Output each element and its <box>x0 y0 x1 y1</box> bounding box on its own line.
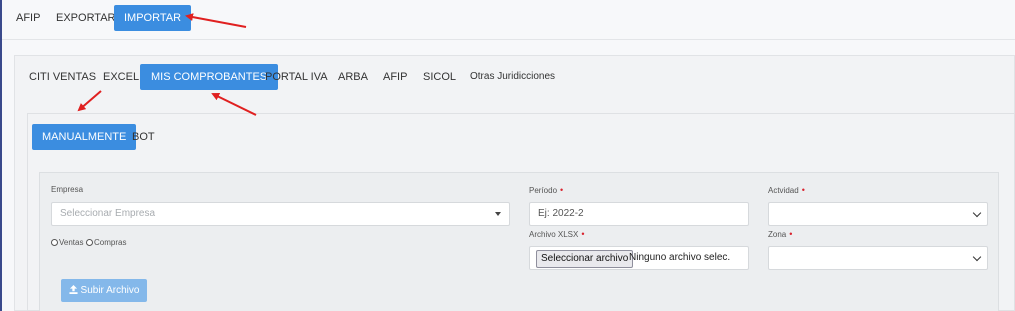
annotation-arrows <box>77 13 257 116</box>
red-arrow <box>77 90 102 112</box>
red-arrow <box>211 93 257 116</box>
red-arrow <box>185 13 247 28</box>
